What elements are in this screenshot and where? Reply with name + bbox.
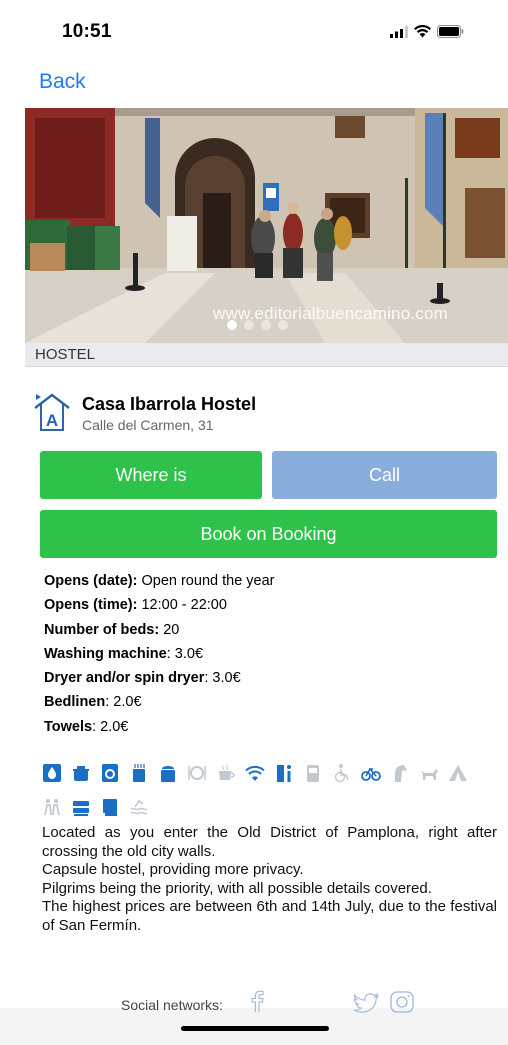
- category-label: HOSTEL: [35, 346, 96, 363]
- carousel-dot[interactable]: [244, 320, 254, 330]
- detail-row: Bedlinen: 2.0€: [44, 694, 142, 711]
- call-button[interactable]: Call: [272, 451, 497, 499]
- status-bar: 10:51: [0, 0, 508, 62]
- description-paragraph: Capsule hostel, providing more privacy.: [42, 861, 304, 878]
- status-time: 10:51: [62, 21, 112, 42]
- dryer-icon: [129, 763, 149, 783]
- description-paragraph: The highest prices are between 6th and 1…: [42, 898, 497, 934]
- amenities-row: [42, 797, 482, 817]
- where-is-button[interactable]: Where is: [40, 451, 262, 499]
- pool-icon: [129, 797, 149, 817]
- hostel-name: Casa Ibarrola Hostel: [82, 394, 257, 414]
- status-icons: [390, 25, 464, 38]
- wifi-icon: [245, 763, 265, 783]
- hostel-address: Calle del Carmen, 31: [82, 417, 214, 433]
- water-drop-icon: [42, 763, 62, 783]
- vending-icon: [303, 763, 323, 783]
- horse-icon: [390, 763, 410, 783]
- amenities-row: [42, 763, 482, 783]
- pets-icon: [419, 763, 439, 783]
- detail-row: Towels: 2.0€: [44, 718, 129, 735]
- hostel-details: Opens (date): Open round the year Opens …: [44, 569, 275, 739]
- bicycle-icon: [361, 763, 381, 783]
- svg-text:A: A: [46, 411, 58, 430]
- cooking-pot-icon: [71, 763, 91, 783]
- category-bar: HOSTEL: [25, 343, 508, 367]
- hostel-description: Located as you enter the Old District of…: [42, 824, 497, 935]
- detail-row: Number of beds: 20: [44, 621, 180, 638]
- amenities-icons: [42, 763, 482, 831]
- info-point-icon: [274, 763, 294, 783]
- washing-machine-icon: [100, 763, 120, 783]
- carousel-dot[interactable]: [261, 320, 271, 330]
- detail-row: Dryer and/or spin dryer: 3.0€: [44, 670, 241, 687]
- tent-icon: [448, 763, 468, 783]
- facebook-icon[interactable]: [250, 990, 264, 1012]
- carousel-dot[interactable]: [227, 320, 237, 330]
- carousel-dot[interactable]: [278, 320, 288, 330]
- back-button[interactable]: Back: [39, 70, 86, 94]
- description-paragraph: Pilgrims being the priority, with all po…: [42, 879, 432, 897]
- pilgrims-icon: [42, 797, 62, 817]
- instagram-icon[interactable]: [390, 991, 414, 1013]
- hero-photo-carousel[interactable]: www.editorialbuencamino.com: [25, 108, 508, 343]
- detail-row: Opens (time): 12:00 - 22:00: [44, 597, 227, 614]
- battery-icon: [437, 25, 464, 38]
- detail-row: Opens (date): Open round the year: [44, 573, 275, 589]
- description-paragraph: Located as you enter the Old District of…: [42, 824, 497, 860]
- wifi-status-icon: [414, 25, 431, 38]
- home-indicator[interactable]: [181, 1026, 329, 1031]
- hostel-marker-icon: A: [34, 393, 70, 431]
- twitter-icon[interactable]: [354, 993, 380, 1013]
- wheelchair-icon: [332, 763, 352, 783]
- social-networks-label: Social networks:: [121, 997, 223, 1013]
- breakfast-icon: [216, 763, 236, 783]
- book-on-booking-button[interactable]: Book on Booking: [40, 510, 497, 558]
- signal-icon: [390, 25, 408, 38]
- carousel-page-indicator[interactable]: [227, 320, 288, 330]
- detail-row: Washing machine: 3.0€: [44, 645, 204, 662]
- restaurant-icon: [187, 763, 207, 783]
- lockers-icon: [71, 797, 91, 817]
- towel-icon: [100, 797, 120, 817]
- kitchen-icon: [158, 763, 178, 783]
